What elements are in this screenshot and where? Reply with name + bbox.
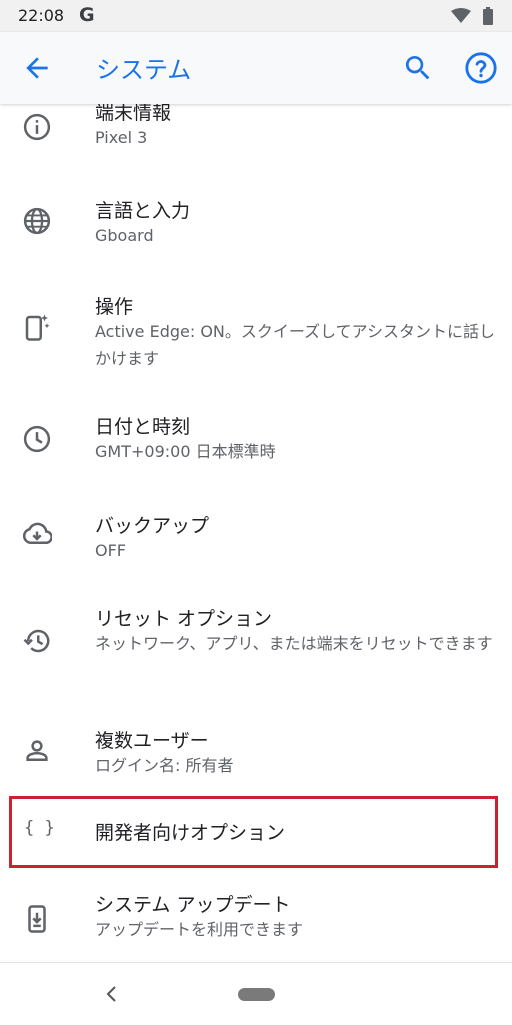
help-icon[interactable] [464, 51, 498, 85]
item-subtitle: GMT+09:00 日本標準時 [95, 442, 276, 461]
back-arrow-icon[interactable] [21, 52, 53, 84]
setting-date-time[interactable]: 日付と時刻 GMT+09:00 日本標準時 [0, 404, 512, 474]
cloud-backup-icon [22, 522, 52, 544]
app-bar: システム [0, 32, 512, 104]
nav-back-icon[interactable] [104, 983, 120, 1005]
setting-backup[interactable]: バックアップ OFF [0, 499, 512, 569]
clock-icon [23, 425, 51, 453]
status-bar: 22:08 G [0, 0, 512, 32]
info-icon [23, 113, 51, 141]
page-title: システム [96, 56, 192, 84]
item-subtitle: Gboard [95, 226, 154, 245]
item-subtitle: ログイン名: 所有者 [95, 756, 234, 775]
item-subtitle: Pixel 3 [95, 128, 148, 147]
status-time: 22:08 [18, 6, 65, 25]
reset-history-icon [23, 629, 50, 653]
google-g-icon: G [79, 4, 95, 26]
item-title: システム アップデート [95, 894, 291, 916]
system-update-icon [28, 905, 46, 933]
setting-system-update[interactable]: システム アップデート アップデートを利用できます [0, 884, 512, 954]
phone-gesture-icon [25, 314, 50, 341]
highlight-box [9, 796, 498, 868]
item-title: 操作 [95, 296, 134, 318]
item-title: 言語と入力 [95, 200, 191, 222]
setting-gestures[interactable]: 操作 Active Edge: ON。スクイーズしてアシスタントに話しかけます [0, 280, 512, 376]
item-title: 複数ユーザー [95, 730, 209, 752]
battery-icon [483, 7, 493, 25]
item-title: バックアップ [95, 515, 210, 537]
item-title: リセット オプション [95, 608, 273, 630]
wifi-icon [451, 8, 471, 23]
item-title: 日付と時刻 [95, 416, 191, 438]
item-subtitle: Active Edge: ON。スクイーズしてアシスタントに話しかけます [95, 322, 495, 368]
setting-language-input[interactable]: 言語と入力 Gboard [0, 186, 512, 256]
search-icon[interactable] [402, 52, 434, 84]
item-subtitle: ネットワーク、アプリ、または端末をリセットできます [95, 634, 493, 653]
setting-reset-options[interactable]: リセット オプション ネットワーク、アプリ、または端末をリセットできます [0, 592, 512, 688]
globe-icon [23, 207, 51, 235]
item-subtitle: OFF [95, 541, 126, 560]
setting-multiple-users[interactable]: 複数ユーザー ログイン名: 所有者 [0, 714, 512, 784]
navigation-bar [0, 962, 512, 1025]
person-icon [26, 740, 48, 761]
item-title: 端末情報 [95, 104, 172, 124]
nav-home-pill[interactable] [238, 988, 275, 1001]
setting-device-info[interactable]: 端末情報 Pixel 3 [0, 104, 512, 162]
item-subtitle: アップデートを利用できます [95, 920, 304, 939]
